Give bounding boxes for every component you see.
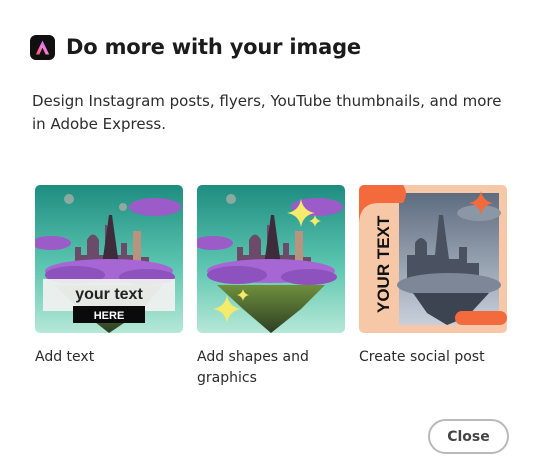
card-add-text[interactable]: your text HERE Add text — [35, 185, 183, 368]
dialog-header: Do more with your image — [30, 32, 361, 62]
close-button[interactable]: Close — [428, 419, 509, 454]
dialog-title: Do more with your image — [66, 35, 361, 59]
card-create-social-post[interactable]: YOUR TEXT Create social post — [359, 185, 507, 368]
dialog: Do more with your image Design Instagram… — [0, 0, 539, 468]
social-post-thumbnail: YOUR TEXT — [359, 185, 507, 333]
card-label-add-shapes: Add shapes and graphics — [197, 349, 309, 386]
add-text-overlay-tag: HERE — [94, 310, 125, 322]
add-shapes-thumbnail — [197, 185, 345, 333]
dialog-description: Design Instagram posts, flyers, YouTube … — [32, 92, 502, 133]
card-add-shapes[interactable]: Add shapes and graphics — [197, 185, 345, 389]
card-label-create-social-post: Create social post — [359, 349, 485, 365]
card-label-add-text: Add text — [35, 349, 95, 365]
adobe-express-icon — [30, 34, 55, 60]
add-text-thumbnail: your text HERE — [35, 185, 183, 333]
add-text-overlay-main: your text — [75, 286, 143, 303]
social-post-overlay-text: YOUR TEXT — [374, 215, 393, 313]
